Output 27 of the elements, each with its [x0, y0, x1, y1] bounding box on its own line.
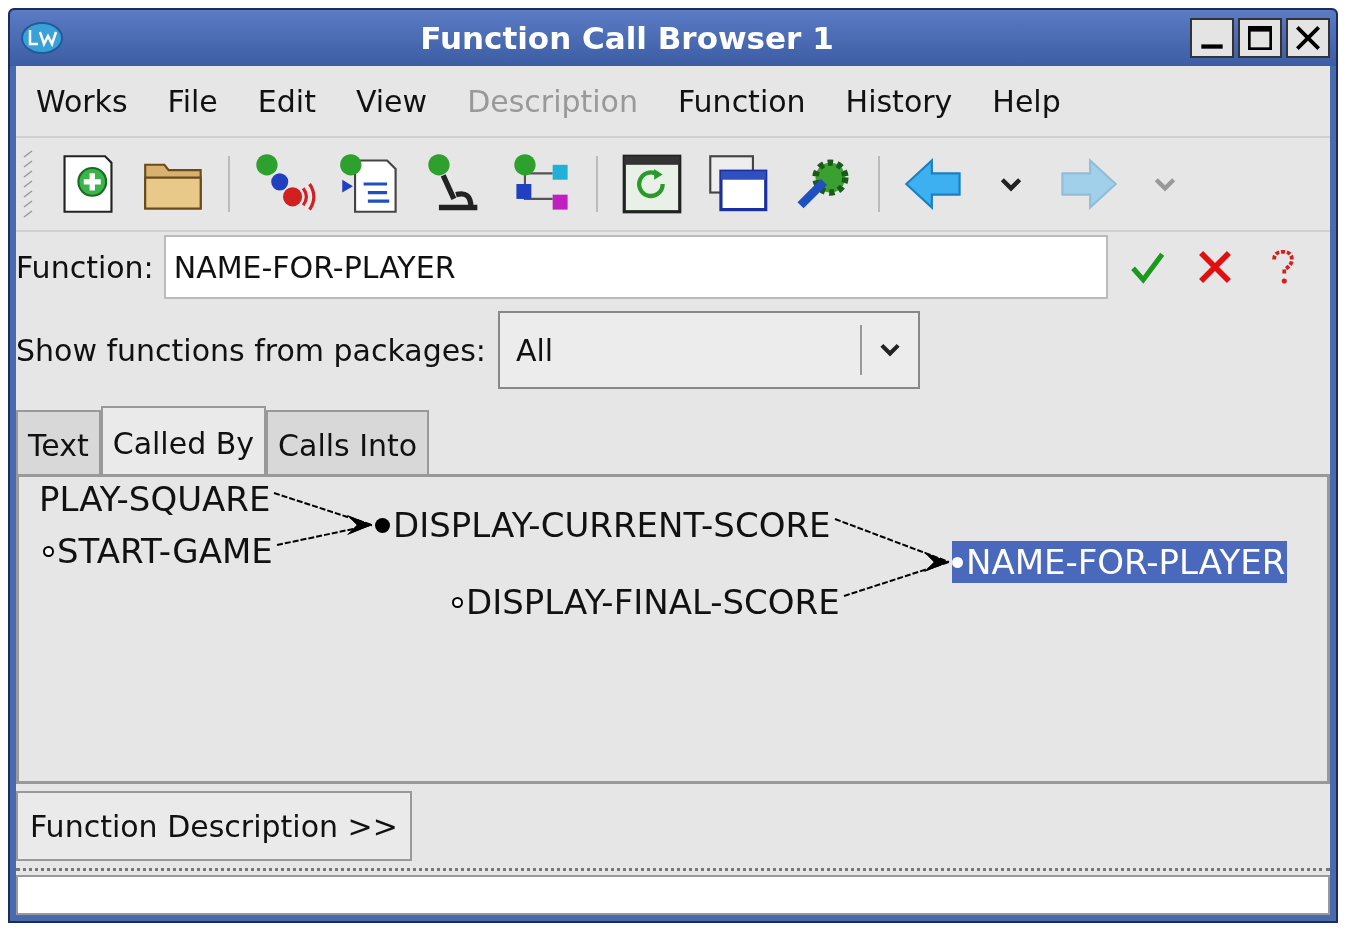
- function-node[interactable]: NAME-FOR-PLAYER: [952, 541, 1288, 583]
- function-label: Function:: [16, 249, 154, 285]
- window-title: Function Call Browser 1: [419, 20, 835, 56]
- menu-item[interactable]: View: [355, 83, 428, 119]
- function-node[interactable]: START-GAME: [43, 530, 273, 572]
- function-node[interactable]: DISPLAY-FINAL-SCORE: [452, 581, 840, 623]
- tab[interactable]: Calls Into: [266, 410, 430, 474]
- close-button[interactable]: [1286, 18, 1330, 58]
- minimize-button[interactable]: [1190, 18, 1234, 58]
- function-node[interactable]: DISPLAY-CURRENT-SCORE: [375, 504, 831, 546]
- menu-item[interactable]: Help: [992, 83, 1061, 119]
- packages-label: Show functions from packages:: [16, 332, 486, 368]
- tab[interactable]: Called By: [100, 406, 267, 474]
- app-logo-icon: [20, 20, 64, 56]
- tab[interactable]: Text: [16, 410, 101, 474]
- refresh-window-icon[interactable]: [620, 152, 684, 216]
- menu-item[interactable]: Function: [678, 83, 806, 119]
- packages-dropdown[interactable]: All: [497, 311, 920, 389]
- menu-item[interactable]: File: [167, 83, 218, 119]
- maximize-button[interactable]: [1238, 18, 1282, 58]
- function-input[interactable]: NAME-FOR-PLAYER: [163, 235, 1108, 299]
- menu-item[interactable]: Edit: [257, 83, 316, 119]
- function-node[interactable]: PLAY-SQUARE: [39, 478, 271, 520]
- function-description-button[interactable]: Function Description >>: [16, 791, 412, 861]
- menu-item[interactable]: History: [845, 83, 953, 119]
- menu-item[interactable]: Works: [36, 83, 128, 119]
- toolbar-grip-icon[interactable]: [22, 149, 34, 219]
